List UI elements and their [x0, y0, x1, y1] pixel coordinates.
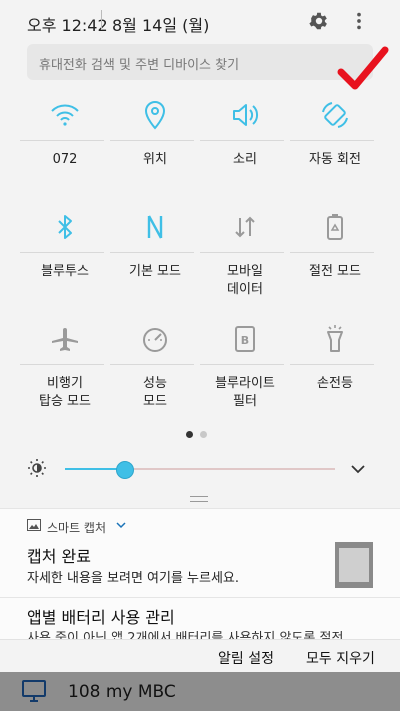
tile-label: 위치 [143, 152, 167, 167]
tile-location[interactable]: 위치 [110, 88, 200, 200]
tile-performance[interactable]: 성능 모드 [110, 312, 200, 424]
tile-label-2: 필터 [233, 394, 257, 409]
notification-text: 자세한 내용을 보려면 여기를 누르세요. [27, 571, 240, 586]
svg-text:B: B [241, 334, 249, 347]
tile-label: 손전등 [317, 376, 353, 391]
app-row-label: 108 my MBC [68, 682, 176, 702]
notification-title: 캡처 완료 [27, 547, 91, 566]
location-icon [144, 100, 166, 130]
tile-divider [200, 364, 284, 365]
performance-icon [143, 328, 167, 352]
tile-label: 성능 [143, 376, 167, 391]
tile-flashlight[interactable]: 손전등 [290, 312, 380, 424]
more-vert-icon[interactable] [348, 10, 370, 32]
image-icon [27, 519, 41, 531]
notification-actions: 알림 설정 모두 지우기 [0, 639, 400, 673]
tile-label: 블루투스 [41, 264, 89, 279]
status-date: 8월 14일 (월) [112, 16, 210, 35]
tile-divider [290, 140, 374, 141]
tile-nfc[interactable]: 기본 모드 [110, 200, 200, 312]
search-bar[interactable]: 휴대전화 검색 및 주변 디바이스 찾기 [27, 44, 389, 90]
tile-wifi[interactable]: 072 [20, 88, 110, 200]
brightness-slider-thumb[interactable] [116, 461, 135, 479]
search-placeholder: 휴대전화 검색 및 주변 디바이스 찾기 [39, 58, 240, 73]
tile-divider [20, 140, 104, 141]
tile-label: 자동 회전 [309, 152, 361, 167]
tile-label-2: 데이터 [227, 282, 263, 297]
tile-divider [290, 252, 374, 253]
mobile-data-icon [235, 216, 255, 238]
brightness-icon [28, 459, 46, 477]
notification-title: 앱별 배터리 사용 관리 [27, 608, 175, 627]
tile-divider [20, 252, 104, 253]
thumbnail-content [339, 548, 369, 582]
auto-rotate-icon [322, 102, 348, 128]
tile-divider [110, 140, 194, 141]
tile-auto-rotate[interactable]: 자동 회전 [290, 88, 380, 200]
chevron-down-icon[interactable] [349, 460, 367, 478]
notification-battery[interactable]: 앱별 배터리 사용 관리 사용 중이 아닌 앱 2개에서 배터리를 사용하지 않… [0, 597, 400, 640]
blue-light-filter-icon: B [235, 326, 255, 352]
background-app-row: 108 my MBC [0, 672, 400, 711]
drag-handle[interactable] [190, 496, 208, 502]
tile-label-2: 모드 [143, 394, 167, 409]
tile-label-2: 탑승 모드 [39, 394, 91, 409]
airplane-icon [52, 328, 78, 351]
power-saving-icon [327, 214, 343, 240]
nfc-icon [147, 215, 163, 239]
tile-bluetooth[interactable]: 블루투스 [20, 200, 110, 312]
sound-icon [233, 104, 259, 126]
tile-divider [20, 364, 104, 365]
gear-icon[interactable] [308, 10, 330, 32]
notification-settings-button[interactable]: 알림 설정 [218, 648, 274, 668]
screenshot-thumbnail[interactable] [335, 542, 373, 588]
status-bar: 오후 12:42 8월 14일 (월) [0, 0, 400, 42]
bluetooth-icon [58, 215, 72, 239]
notification-capture[interactable]: 스마트 캡처 캡처 완료 자세한 내용을 보려면 여기를 누르세요. [0, 508, 400, 597]
page-dot [200, 431, 207, 438]
tile-divider [110, 252, 194, 253]
wifi-icon [51, 104, 79, 126]
clear-all-button[interactable]: 모두 지우기 [306, 648, 375, 668]
tile-blue-light-filter[interactable]: B 블루라이트 필터 [200, 312, 290, 424]
tile-divider [200, 140, 284, 141]
tile-airplane[interactable]: 비행기 탑승 모드 [20, 312, 110, 424]
tile-label: 기본 모드 [129, 264, 181, 279]
brightness-control [27, 454, 373, 484]
tile-power-saving[interactable]: 절전 모드 [290, 200, 380, 312]
tv-icon [22, 680, 46, 702]
tile-label: 072 [52, 152, 78, 167]
tile-sound[interactable]: 소리 [200, 88, 290, 200]
tile-divider [200, 252, 284, 253]
quick-panel: 오후 12:42 8월 14일 (월) 휴대전화 검색 및 주변 디바이스 찾기… [0, 0, 400, 505]
status-separator [101, 10, 102, 30]
notification-app-name: 스마트 캡처 [47, 521, 107, 535]
tile-label: 비행기 [47, 376, 83, 391]
page-dot-active [186, 431, 193, 438]
tile-divider [290, 364, 374, 365]
flashlight-icon [327, 325, 343, 352]
status-time: 오후 12:42 [27, 16, 108, 35]
tile-label: 소리 [233, 152, 257, 167]
expand-chevron-icon[interactable] [116, 521, 126, 529]
tile-mobile-data[interactable]: 모바일 데이터 [200, 200, 290, 312]
tile-label: 절전 모드 [309, 264, 361, 279]
tile-label: 블루라이트 [215, 376, 275, 391]
tile-divider [110, 364, 194, 365]
tile-label: 모바일 [227, 264, 263, 279]
